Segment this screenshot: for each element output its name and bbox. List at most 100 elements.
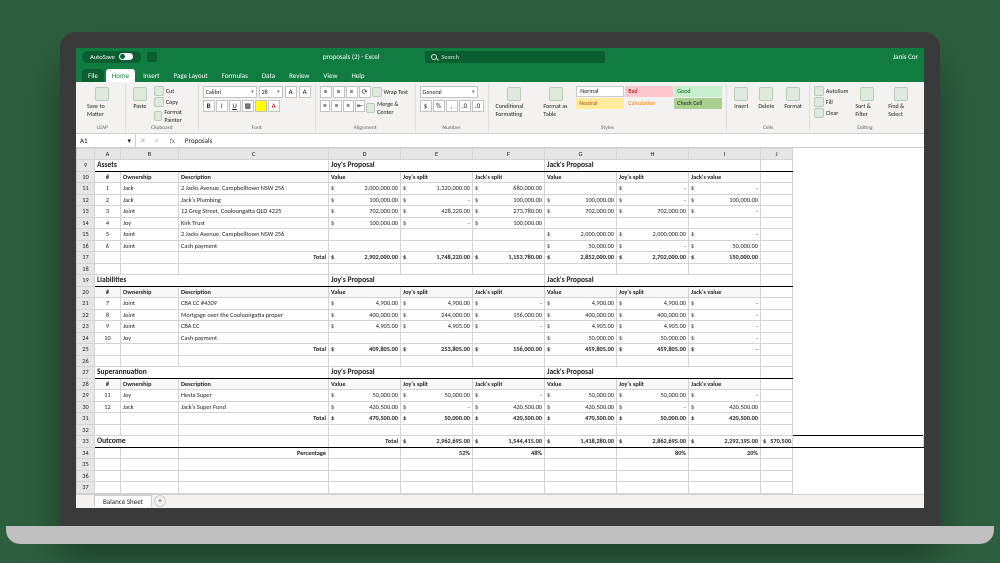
cell[interactable]: 100,000.00 — [329, 217, 401, 229]
cell[interactable] — [95, 263, 121, 275]
add-sheet-button[interactable]: + — [154, 495, 166, 507]
cell[interactable] — [761, 367, 793, 379]
cell[interactable] — [617, 459, 689, 471]
cell[interactable] — [95, 413, 121, 425]
cell[interactable]: 2,292,195.00 — [689, 436, 761, 448]
tab-formulas[interactable]: Formulas — [216, 69, 254, 82]
cell[interactable]: # — [95, 286, 121, 298]
row-header[interactable]: 9 — [77, 160, 95, 172]
cell[interactable]: 20% — [689, 447, 761, 459]
cut-button[interactable]: Cut — [154, 86, 194, 96]
cell[interactable]: Total — [179, 252, 329, 264]
cell[interactable]: 400,000.00 — [617, 309, 689, 321]
row-header[interactable]: 16 — [77, 240, 95, 252]
row-header[interactable]: 15 — [77, 229, 95, 241]
find-select-button[interactable]: Find & Select — [885, 86, 916, 119]
style-calculation[interactable]: Calculation — [625, 98, 673, 109]
cell[interactable] — [329, 332, 401, 344]
save-to-matter-button[interactable]: Save to Matter — [84, 86, 121, 119]
row-header[interactable]: 22 — [77, 309, 95, 321]
cell[interactable]: Value — [329, 171, 401, 183]
font-size-select[interactable]: 28▾ — [259, 86, 283, 98]
cell[interactable] — [761, 344, 793, 356]
cell[interactable] — [95, 344, 121, 356]
cell[interactable] — [473, 229, 545, 241]
cell[interactable] — [329, 470, 401, 482]
cell[interactable]: 2,702,000.00 — [617, 252, 689, 264]
cell[interactable]: CBA CC #4309 — [179, 298, 329, 310]
cell[interactable] — [179, 263, 329, 275]
cell[interactable] — [401, 332, 473, 344]
cell[interactable] — [121, 252, 179, 264]
cell[interactable]: 9 — [95, 321, 121, 333]
cell[interactable]: Description — [179, 171, 329, 183]
format-painter-button[interactable]: Format Painter — [154, 108, 194, 124]
cell[interactable] — [401, 355, 473, 367]
cell[interactable] — [329, 459, 401, 471]
cell[interactable] — [329, 424, 401, 436]
cell[interactable] — [689, 459, 761, 471]
name-box[interactable]: A1▾ — [76, 134, 136, 147]
cell[interactable]: 50,000.00 — [617, 390, 689, 402]
cell[interactable]: 1,153,780.00 — [473, 252, 545, 264]
cell[interactable]: - — [689, 229, 761, 241]
cell[interactable]: 2,862,695.00 — [617, 436, 689, 448]
cell[interactable]: - — [473, 298, 545, 310]
cell[interactable]: 80% — [617, 447, 689, 459]
cell[interactable] — [95, 447, 121, 459]
cell[interactable] — [95, 424, 121, 436]
percent-button[interactable]: % — [433, 100, 445, 112]
row-header[interactable]: 19 — [77, 275, 95, 287]
cell[interactable] — [761, 309, 793, 321]
cell[interactable]: 459,805.00 — [617, 344, 689, 356]
cell[interactable] — [761, 275, 793, 287]
row-header[interactable]: 31 — [77, 413, 95, 425]
cell[interactable] — [329, 355, 401, 367]
clear-button[interactable]: Clear — [814, 108, 848, 118]
cell[interactable]: # — [95, 378, 121, 390]
cancel-icon[interactable]: ✕ — [136, 136, 150, 145]
cell[interactable]: - — [401, 217, 473, 229]
cell[interactable]: Jack's Proposal — [545, 367, 761, 379]
cell[interactable] — [761, 217, 793, 229]
row-header[interactable]: 10 — [77, 171, 95, 183]
style-neutral[interactable]: Neutral — [576, 98, 624, 109]
cell[interactable]: - — [689, 390, 761, 402]
cell[interactable]: Total — [329, 436, 401, 448]
cell[interactable] — [761, 401, 793, 413]
cell[interactable] — [793, 436, 924, 448]
cell[interactable] — [761, 424, 793, 436]
cell[interactable]: 4,905.00 — [545, 321, 617, 333]
cell[interactable]: 1,320,000.00 — [401, 183, 473, 195]
cell[interactable]: # — [95, 171, 121, 183]
cell[interactable]: 156,000.00 — [473, 309, 545, 321]
cell[interactable]: 400,000.00 — [329, 309, 401, 321]
cell[interactable]: Jack's Plumbing — [179, 194, 329, 206]
cell[interactable]: 100,000.00 — [689, 194, 761, 206]
cell[interactable]: 702,000.00 — [617, 206, 689, 218]
fill-color-button[interactable] — [255, 100, 267, 112]
cell[interactable]: Value — [545, 286, 617, 298]
cell[interactable]: - — [689, 183, 761, 195]
tab-review[interactable]: Review — [283, 69, 315, 82]
cell[interactable]: 50,000.00 — [689, 240, 761, 252]
decrease-font-button[interactable]: A — [299, 86, 311, 98]
cell[interactable]: 50,000.00 — [545, 332, 617, 344]
row-header[interactable]: 32 — [77, 424, 95, 436]
cell[interactable]: 4,905.00 — [617, 321, 689, 333]
cell[interactable]: 5 — [95, 229, 121, 241]
comma-button[interactable]: , — [446, 100, 458, 112]
row-header[interactable]: 30 — [77, 401, 95, 413]
cell[interactable] — [401, 459, 473, 471]
cell[interactable] — [179, 355, 329, 367]
cell[interactable] — [329, 229, 401, 241]
cell[interactable]: Joint — [121, 309, 179, 321]
cell[interactable]: 52% — [401, 447, 473, 459]
cell[interactable]: Value — [329, 286, 401, 298]
cell[interactable]: Mortgage over the Cooloongatta proper — [179, 309, 329, 321]
cell[interactable]: - — [689, 344, 761, 356]
row-header[interactable]: 33 — [77, 436, 95, 448]
increase-font-button[interactable]: A — [285, 86, 297, 98]
underline-button[interactable]: U — [229, 100, 241, 112]
cell[interactable]: Value — [545, 171, 617, 183]
